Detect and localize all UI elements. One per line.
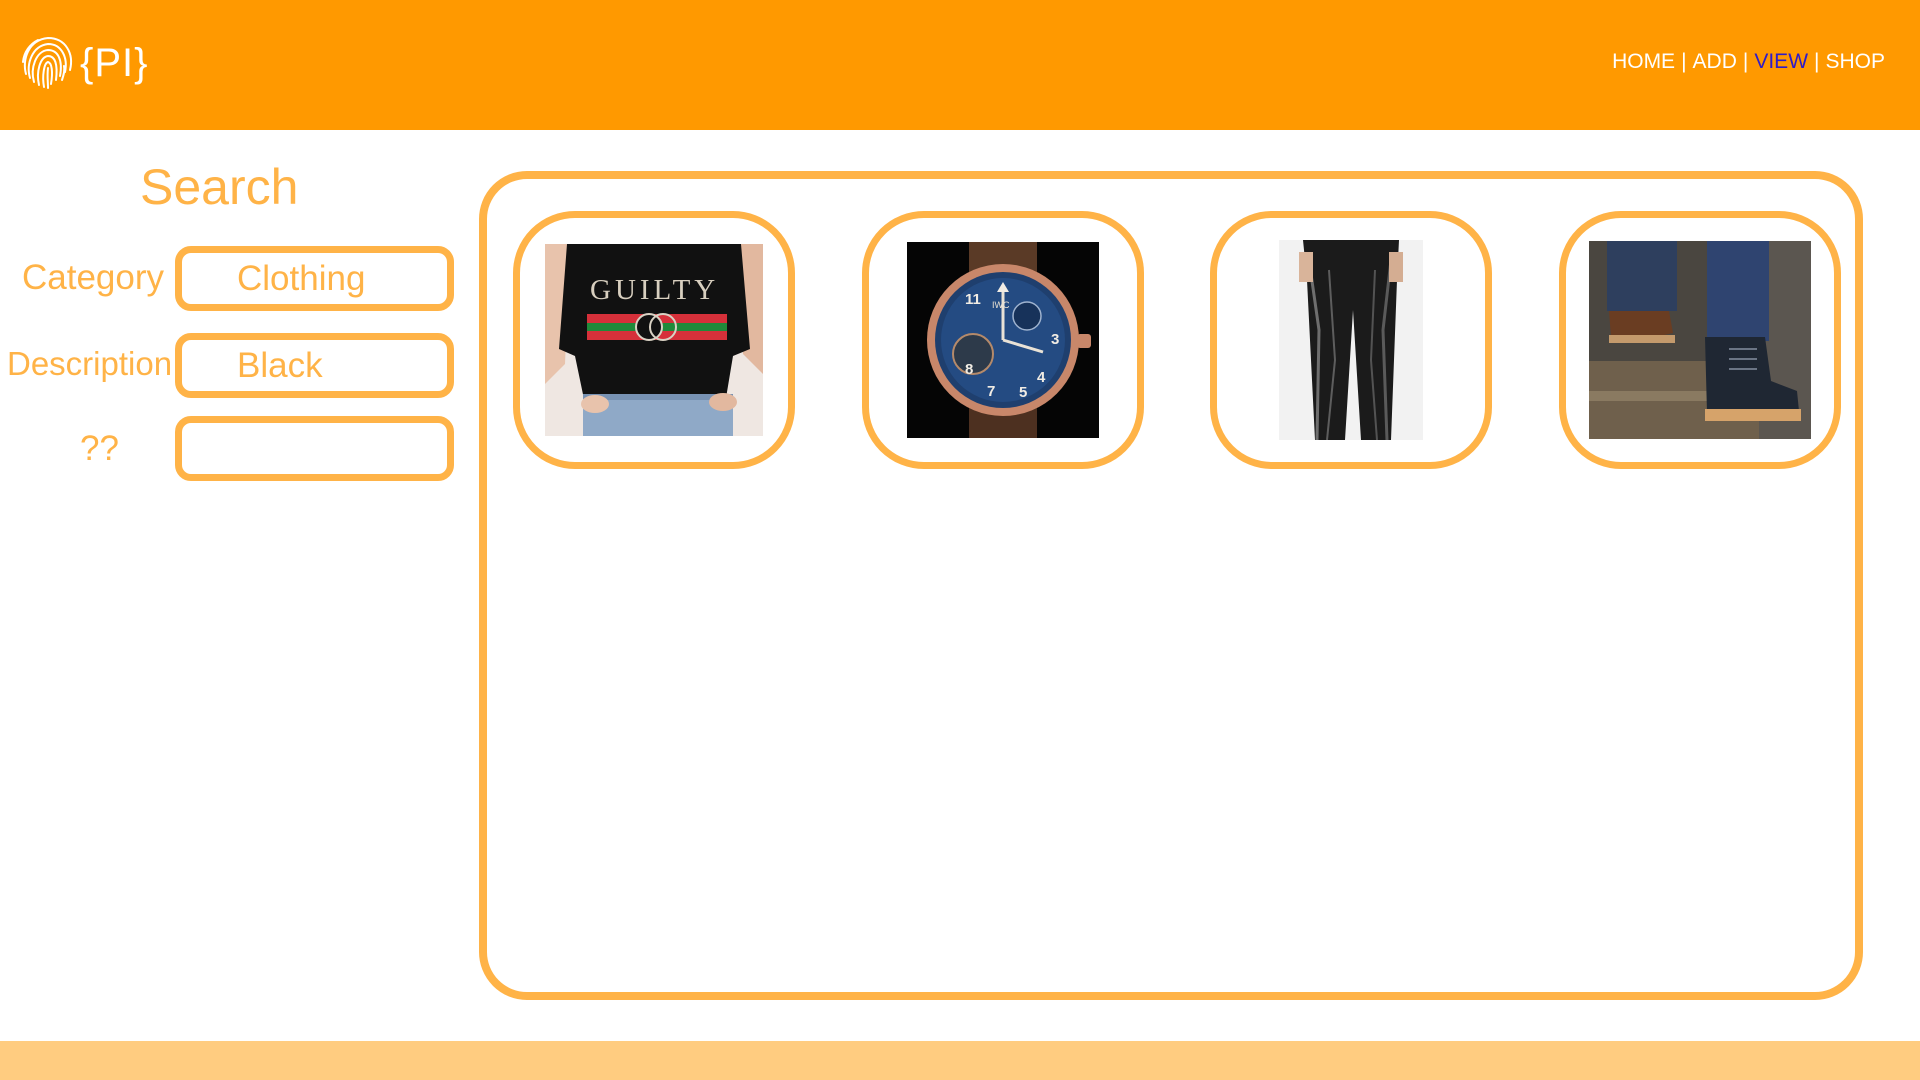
fingerprint-icon: [18, 30, 78, 97]
boots-image: [1589, 241, 1811, 439]
nav-separator: |: [1742, 50, 1749, 73]
tshirt-image: GUILTY: [545, 244, 763, 436]
product-card-tshirt[interactable]: GUILTY: [513, 211, 795, 469]
nav-shop-link[interactable]: SHOP: [1825, 50, 1885, 74]
footer-bar: [0, 1041, 1920, 1080]
svg-text:8: 8: [965, 361, 973, 378]
watch-brand-text: IWC: [992, 300, 1010, 310]
nav-home-link[interactable]: HOME: [1612, 50, 1675, 74]
search-title: Search: [140, 159, 299, 215]
svg-text:3: 3: [1051, 331, 1059, 348]
logo[interactable]: {PI}: [18, 30, 149, 96]
main-nav: HOME | ADD | VIEW | SHOP: [1612, 50, 1885, 74]
product-card-pants[interactable]: [1210, 211, 1492, 469]
tshirt-print-text: GUILTY: [590, 274, 720, 306]
svg-text:5: 5: [1019, 384, 1027, 401]
nav-separator: |: [1681, 50, 1687, 73]
extra-field[interactable]: [175, 416, 454, 481]
nav-add-link[interactable]: ADD: [1693, 50, 1737, 74]
nav-view-link[interactable]: VIEW: [1754, 50, 1808, 74]
logo-text: {PI}: [80, 40, 149, 85]
pants-image: [1279, 240, 1423, 440]
extra-label: ??: [80, 429, 119, 468]
category-label: Category: [22, 258, 165, 297]
top-header: {PI} HOME | ADD | VIEW | SHOP: [0, 0, 1920, 130]
category-field[interactable]: Clothing: [175, 246, 454, 311]
product-card-boots[interactable]: [1559, 211, 1841, 469]
product-card-watch[interactable]: 11 3 4 5 7 8 IWC: [862, 211, 1144, 469]
watch-image: 11 3 4 5 7 8 IWC: [907, 242, 1099, 438]
svg-text:4: 4: [1037, 369, 1046, 386]
results-panel: GUILTY 11 3 4 5 7 8 IWC: [479, 171, 1863, 1000]
description-label: Description: [7, 345, 173, 382]
description-field[interactable]: Black: [175, 333, 454, 398]
svg-text:7: 7: [987, 383, 995, 400]
svg-text:11: 11: [965, 291, 981, 308]
nav-separator: |: [1814, 50, 1820, 73]
